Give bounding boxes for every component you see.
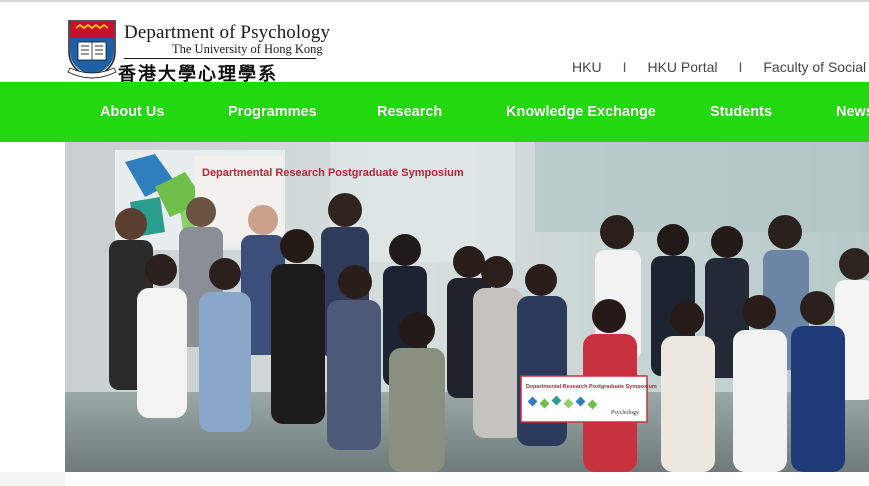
site-header: Department of Psychology The University … (0, 2, 869, 85)
link-faculty-of-social[interactable]: Faculty of Social (763, 59, 866, 75)
nav-programmes[interactable]: Programmes (228, 104, 317, 120)
main-navigation: About Us Programmes Research Knowledge E… (0, 82, 869, 142)
top-links: HKU I HKU Portal I Faculty of Social (572, 59, 866, 75)
site-logo[interactable]: Department of Psychology The University … (66, 18, 330, 85)
content-area (65, 472, 869, 486)
group-photo: Departmental Research Postgraduate Sympo… (65, 142, 869, 472)
hku-crest-icon (67, 20, 117, 79)
nav-news[interactable]: News (836, 104, 869, 120)
hero-image: Departmental Research Postgraduate Sympo… (65, 142, 869, 472)
link-hku-portal[interactable]: HKU Portal (647, 59, 717, 75)
logo-divider (124, 58, 316, 59)
link-separator: I (622, 59, 627, 75)
link-separator: I (738, 59, 743, 75)
university-name: The University of Hong Kong (172, 42, 323, 56)
poster-text: Departmental Research Postgraduate Sympo… (202, 167, 464, 179)
nav-research[interactable]: Research (377, 104, 442, 120)
nav-about-us[interactable]: About Us (100, 104, 164, 120)
left-margin (0, 142, 65, 486)
nav-students[interactable]: Students (710, 104, 772, 120)
banner-text: Departmental Research Postgraduate Sympo… (526, 384, 657, 390)
link-hku[interactable]: HKU (572, 59, 602, 75)
nav-knowledge-exchange[interactable]: Knowledge Exchange (506, 104, 656, 120)
banner-logo-text: Psychology (611, 410, 639, 416)
department-name: Department of Psychology (124, 22, 331, 43)
